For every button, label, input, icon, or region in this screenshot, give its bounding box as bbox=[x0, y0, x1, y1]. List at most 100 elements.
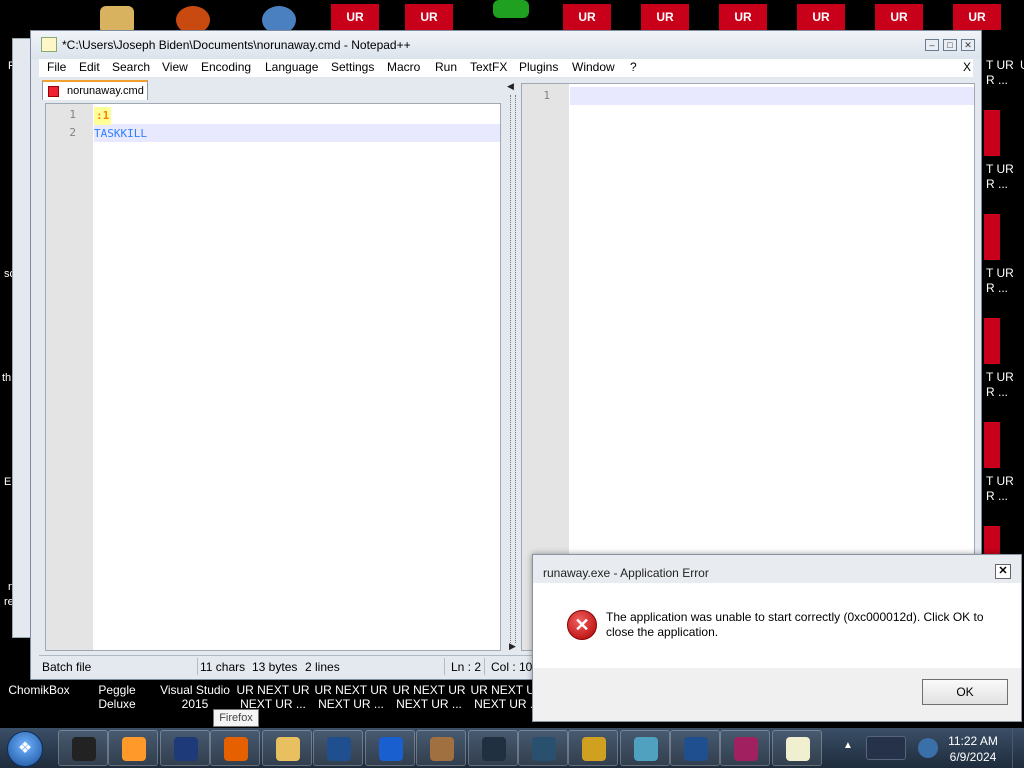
taskbar-button-folder[interactable] bbox=[262, 730, 312, 766]
network-icon[interactable] bbox=[866, 736, 906, 760]
show-desktop-button[interactable] bbox=[1012, 728, 1024, 768]
desktop-top-icon-d[interactable] bbox=[493, 0, 529, 18]
arrow-left-icon[interactable]: ◀ bbox=[507, 81, 514, 92]
menu-plugins[interactable]: Plugins bbox=[519, 60, 558, 74]
dialog-close-button[interactable]: ✕ bbox=[995, 564, 1011, 579]
ur-edge-tile[interactable] bbox=[984, 422, 1000, 468]
menu-macro[interactable]: Macro bbox=[387, 60, 420, 74]
volume-icon[interactable] bbox=[918, 738, 938, 758]
ur-edge-tile[interactable] bbox=[984, 526, 1000, 556]
dialog-title: runaway.exe - Application Error bbox=[543, 566, 709, 580]
desktop-icon-label: T UR bbox=[986, 162, 1014, 176]
status-divider bbox=[197, 658, 198, 675]
desktop-icon-peggle[interactable]: Peggle Deluxe bbox=[78, 683, 156, 711]
ur-edge-tile[interactable] bbox=[984, 110, 1000, 156]
screen-icon bbox=[532, 737, 556, 761]
dialog-title-bar[interactable]: runaway.exe - Application Error ✕ bbox=[533, 555, 1021, 583]
line-number: 2 bbox=[69, 126, 76, 139]
desktop-icon-label: T UR bbox=[986, 266, 1014, 280]
media-player-icon bbox=[122, 737, 146, 761]
desktop-icon-label: R ... bbox=[986, 177, 1009, 191]
desktop-icon-ur-next[interactable]: UR NEXT UR NEXT UR ... bbox=[390, 683, 468, 711]
status-bar: Batch file 11 chars 13 bytes 2 lines Ln … bbox=[39, 655, 535, 678]
menu-encoding[interactable]: Encoding bbox=[201, 60, 251, 74]
firefox-icon bbox=[224, 737, 248, 761]
taskbar-button-globe[interactable] bbox=[160, 730, 210, 766]
minimize-button[interactable]: – bbox=[925, 39, 939, 51]
menu-window[interactable]: Window bbox=[572, 60, 615, 74]
menu-bar: File Edit Search View Encoding Language … bbox=[39, 59, 973, 77]
window-title: *C:\Users\Joseph Biden\Documents\norunaw… bbox=[62, 38, 411, 52]
menu-textfx[interactable]: TextFX bbox=[470, 60, 507, 74]
menu-view[interactable]: View bbox=[162, 60, 188, 74]
taskbar: ❖ ▲ 11:22 AM 6/9/2024 bbox=[0, 728, 1024, 768]
desktop-icon-label: R ... bbox=[986, 73, 1009, 87]
malwarebytes-icon bbox=[379, 737, 403, 761]
ur-edge-tile[interactable] bbox=[984, 214, 1000, 260]
tab-norunaway-cmd[interactable]: norunaway.cmd bbox=[42, 80, 148, 100]
taskbar-button-tablet[interactable] bbox=[313, 730, 363, 766]
taskbar-button-notepad[interactable] bbox=[772, 730, 822, 766]
desktop-icon-label: T UR bbox=[986, 474, 1014, 488]
clock-time: 11:22 AM bbox=[948, 734, 998, 748]
desktop-icon-chomikbox[interactable]: ChomikBox bbox=[0, 683, 78, 697]
menu-language[interactable]: Language bbox=[265, 60, 318, 74]
tab-bar: norunaway.cmd bbox=[39, 79, 509, 100]
ur-tile[interactable]: UR bbox=[405, 4, 453, 30]
menu-help[interactable]: ? bbox=[630, 60, 637, 74]
folder-icon bbox=[276, 737, 300, 761]
show-hidden-icons-icon[interactable]: ▲ bbox=[843, 740, 853, 751]
ur-tile[interactable]: UR bbox=[797, 4, 845, 30]
taskbar-button-warning[interactable] bbox=[568, 730, 618, 766]
ur-tile[interactable]: UR bbox=[641, 4, 689, 30]
taskbar-button-firefox[interactable] bbox=[210, 730, 260, 766]
status-bytes: 13 bytes bbox=[252, 660, 298, 674]
taskbar-button-terminal[interactable] bbox=[58, 730, 108, 766]
splitter-grip[interactable] bbox=[510, 95, 516, 643]
status-lines: 2 lines bbox=[305, 660, 340, 674]
code-label-line: :1 bbox=[94, 107, 112, 125]
title-bar[interactable]: *C:\Users\Joseph Biden\Documents\norunaw… bbox=[31, 31, 981, 59]
menu-file[interactable]: File bbox=[47, 60, 66, 74]
view-splitter[interactable]: ◀ ▶ bbox=[507, 81, 517, 655]
maximize-button[interactable]: □ bbox=[943, 39, 957, 51]
taskbar-button-media-player[interactable] bbox=[108, 730, 158, 766]
start-button[interactable]: ❖ bbox=[7, 731, 43, 767]
warning-icon bbox=[582, 737, 606, 761]
desktop-icon-label: R ... bbox=[986, 489, 1009, 503]
menu-settings[interactable]: Settings bbox=[331, 60, 374, 74]
taskbar-button-winrar[interactable] bbox=[720, 730, 770, 766]
arrow-right-icon[interactable]: ▶ bbox=[509, 641, 516, 652]
desktop-icon-label: T UR bbox=[986, 58, 1014, 72]
code-command-line: TASKKILL bbox=[94, 127, 147, 140]
gopher-icon bbox=[430, 737, 454, 761]
menu-search[interactable]: Search bbox=[112, 60, 150, 74]
ur-edge-tile[interactable] bbox=[984, 318, 1000, 364]
taskbar-button-gopher[interactable] bbox=[416, 730, 466, 766]
taskbar-button-screen[interactable] bbox=[518, 730, 568, 766]
close-button[interactable]: ✕ bbox=[961, 39, 975, 51]
close-document-button[interactable]: X bbox=[963, 60, 971, 74]
desktop-icon-ur-next[interactable]: UR NEXT UR NEXT UR ... bbox=[234, 683, 312, 711]
taskbar-button-cubes[interactable] bbox=[620, 730, 670, 766]
ur-tile[interactable]: UR bbox=[563, 4, 611, 30]
ur-tile[interactable]: UR bbox=[719, 4, 767, 30]
editor-left[interactable]: 1 2 :1 TASKKILL bbox=[45, 103, 501, 651]
menu-run[interactable]: Run bbox=[435, 60, 457, 74]
application-error-dialog: runaway.exe - Application Error ✕ ✕ The … bbox=[532, 554, 1022, 722]
taskbar-button-monitor[interactable] bbox=[468, 730, 518, 766]
firefox-tooltip: Firefox bbox=[213, 709, 259, 727]
taskbar-button-tablet[interactable] bbox=[670, 730, 720, 766]
status-line-number: Ln : 2 bbox=[451, 660, 482, 674]
ur-tile[interactable]: UR bbox=[875, 4, 923, 30]
ok-button[interactable]: OK bbox=[922, 679, 1008, 705]
desktop-icon-ur-next[interactable]: UR NEXT UR NEXT UR ... bbox=[312, 683, 390, 711]
notepad-icon bbox=[786, 737, 810, 761]
ur-tile[interactable]: UR bbox=[331, 4, 379, 30]
taskbar-button-malwarebytes[interactable] bbox=[365, 730, 415, 766]
system-clock[interactable]: 11:22 AM 6/9/2024 bbox=[940, 733, 1006, 765]
menu-edit[interactable]: Edit bbox=[79, 60, 100, 74]
ur-tile[interactable]: UR bbox=[953, 4, 1001, 30]
desktop-icon-visual-studio[interactable]: Visual Studio 2015 bbox=[156, 683, 234, 711]
desktop-icon-label: UR bbox=[1020, 58, 1024, 73]
